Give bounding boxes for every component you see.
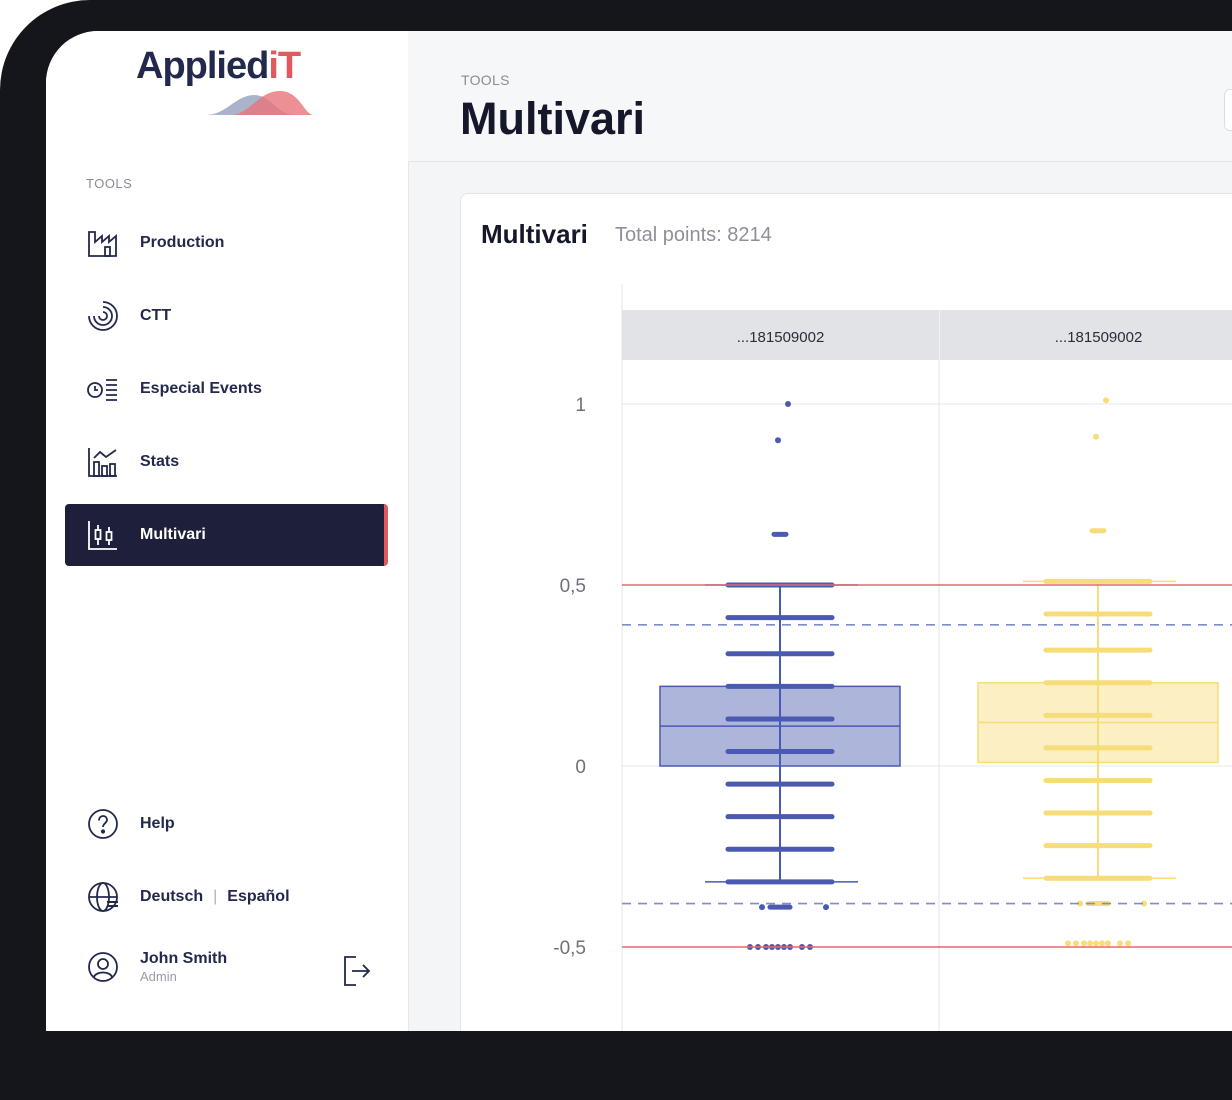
language-deutsch[interactable]: Deutsch (140, 888, 203, 906)
outlier-point (1081, 940, 1087, 947)
sidebar-item-ctt[interactable]: CTT (65, 285, 387, 347)
outlier-point (1093, 433, 1099, 440)
outlier-point (1065, 940, 1071, 947)
sidebar-item-label: Production (140, 234, 225, 251)
clock-list-icon (85, 371, 121, 407)
logo-text: AppliediT (136, 45, 301, 87)
header-action-button[interactable] (1224, 89, 1232, 131)
outlier-point (823, 904, 829, 911)
logout-icon (344, 956, 371, 986)
sidebar-item-multivari[interactable]: Multivari (65, 504, 388, 566)
user-name: John Smith (140, 950, 228, 967)
sidebar-item-label: CTT (140, 307, 172, 324)
app-screen: AppliediT TOOLS Production CTT Especial … (46, 31, 1232, 1031)
factory-icon (85, 225, 121, 261)
outlier-point (1117, 940, 1123, 947)
sidebar-item-stats[interactable]: Stats (65, 431, 387, 493)
y-tick-label: 0,5 (560, 576, 586, 597)
sidebar-section-label: TOOLS (86, 176, 133, 191)
page-title: Multivari (460, 93, 646, 144)
multivari-chart[interactable]: 1 0,5 0 -0,5 ...181509002 ...181509002 (461, 194, 1232, 1031)
outlier-point (785, 401, 791, 407)
y-tick-label: -0,5 (553, 938, 586, 959)
y-tick-label: 1 (575, 395, 586, 416)
sidebar-item-label: Especial Events (140, 380, 262, 397)
globe-icon (85, 879, 121, 915)
sidebar-item-label: Multivari (140, 526, 206, 543)
outlier-point (1073, 940, 1079, 947)
outlier-point (1093, 940, 1099, 947)
outlier-point (1103, 397, 1109, 404)
breadcrumb[interactable]: TOOLS (461, 72, 510, 88)
logout-button[interactable] (342, 955, 372, 992)
candlestick-icon (85, 517, 121, 553)
outlier-point (759, 904, 765, 911)
outlier-point (1087, 940, 1093, 947)
outlier-point (775, 437, 781, 444)
help-icon (85, 806, 121, 842)
panel-label: ...181509002 (737, 329, 825, 346)
language-switcher: Deutsch | Español (85, 879, 290, 915)
multivari-card: Multivari Total points: 8214 1 0,5 0 -0,5..… (460, 193, 1232, 1031)
user-avatar-icon (85, 949, 121, 985)
outlier-point (1125, 940, 1131, 947)
sidebar-item-especial-events[interactable]: Especial Events (65, 358, 387, 420)
language-separator: | (213, 888, 218, 905)
language-espanol[interactable]: Español (227, 888, 289, 906)
page-header: TOOLS Multivari (408, 31, 1232, 162)
logo-waves-icon (206, 91, 314, 115)
help-label: Help (140, 815, 175, 832)
outlier-point (1099, 940, 1105, 947)
sidebar-item-label: Stats (140, 453, 180, 470)
outlier-point (1105, 940, 1111, 947)
help-link[interactable]: Help (85, 806, 175, 842)
user-profile[interactable]: John Smith Admin (85, 949, 227, 985)
sidebar-item-production[interactable]: Production (65, 212, 387, 274)
user-role: Admin (140, 969, 177, 984)
stats-chart-icon (85, 444, 121, 480)
y-tick-label: 0 (575, 757, 586, 778)
panel-label: ...181509002 (1055, 329, 1143, 346)
app-logo[interactable]: AppliediT (136, 45, 336, 115)
sidebar: AppliediT TOOLS Production CTT Especial … (46, 31, 409, 1031)
radar-icon (85, 298, 121, 334)
